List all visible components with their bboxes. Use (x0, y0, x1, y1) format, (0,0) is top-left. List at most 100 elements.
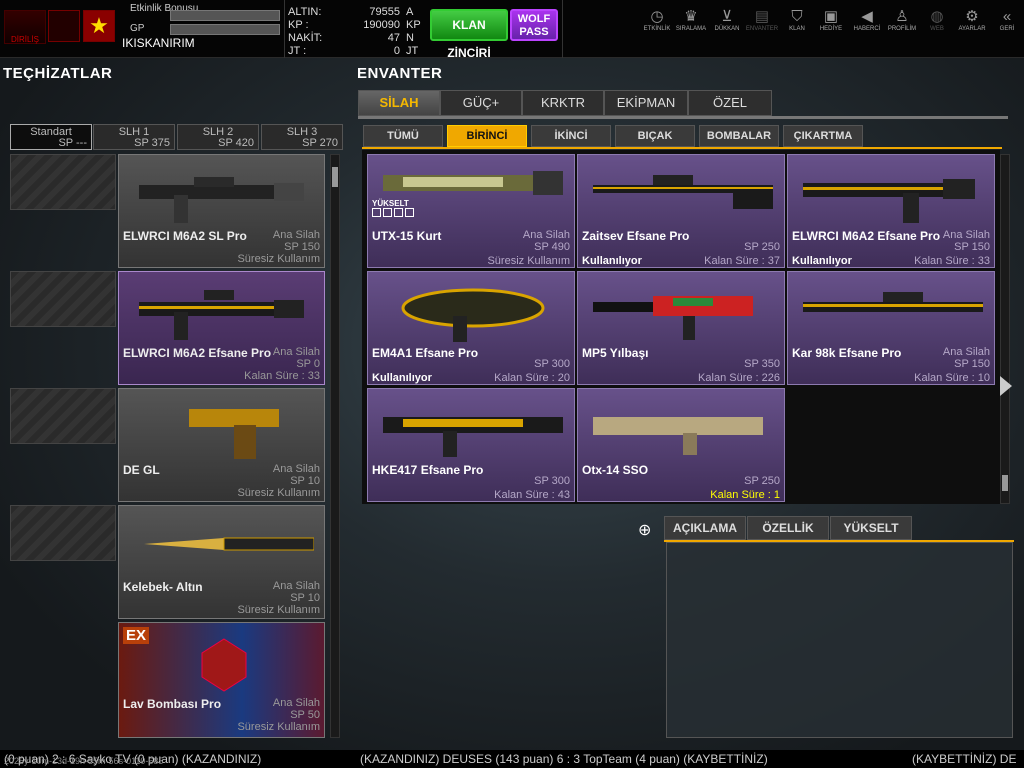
rifle-icon (139, 290, 304, 340)
tab-guc[interactable]: GÜÇ+ (440, 90, 522, 116)
equip-slot[interactable] (10, 154, 116, 210)
loadout-tab-slh1[interactable]: SLH 1 SP 375 (93, 124, 175, 150)
nav-klan[interactable]: ⛉ KLAN (778, 8, 816, 32)
game-screen: DİRİLİŞ ★ Etkinlik Bonusu GP IKISKANIRIM… (0, 0, 1024, 768)
inventory-item-card[interactable]: Zaitsev Efsane Pro SP 250 Kullanılıyor K… (577, 154, 785, 268)
inventory-item-card[interactable]: HKE417 Efsane Pro SP 300 Kalan Süre : 43 (367, 388, 575, 502)
scroll-thumb[interactable] (1002, 475, 1008, 491)
nav-profilim[interactable]: ♙ PROFİLİM (883, 8, 921, 32)
scroll-thumb[interactable] (332, 167, 338, 187)
equipment-scrollbar[interactable] (330, 154, 340, 738)
equipped-item-card[interactable]: DE GL Ana Silah SP 10 Süresiz Kullanım (118, 388, 325, 502)
top-bar: DİRİLİŞ ★ Etkinlik Bonusu GP IKISKANIRIM… (0, 0, 1024, 60)
knife-icon (144, 537, 314, 551)
etkinlik-bar (170, 10, 280, 21)
klan-chain-button[interactable]: KLAN ZİNCİRİ (430, 9, 508, 60)
inventory-title: ENVANTER (357, 65, 443, 82)
detail-tab-ozellik[interactable]: ÖZELLİK (747, 516, 829, 540)
detail-panel (666, 542, 1013, 738)
nickname: IKISKANIRIM (122, 36, 195, 50)
tab-krktr[interactable]: KRKTR (522, 90, 604, 116)
profile-icon: ♙ (895, 8, 909, 25)
subtab-cikartma[interactable]: ÇIKARTMA (783, 125, 863, 147)
upgrade-indicator: YÜKSELT (372, 199, 416, 219)
globe-icon: ◍ (930, 8, 944, 25)
sniper-icon (593, 175, 773, 209)
inventory-item-card[interactable]: MP5 Yılbaşı SP 350 Kalan Süre : 226 (577, 271, 785, 385)
detail-tab-yukselt[interactable]: YÜKSELT (830, 516, 912, 540)
equipped-item-card[interactable]: EX Lav Bombası Pro Ana Silah SP 50 Süres… (118, 622, 325, 738)
currency-unit: A (406, 6, 414, 18)
nav-geri[interactable]: «GERİ (988, 8, 1024, 32)
subtab-tumu[interactable]: TÜMÜ (363, 125, 443, 147)
inventory-icon: ▤ (754, 8, 770, 25)
currency-unit: KP (406, 19, 421, 31)
subtab-bicak[interactable]: BIÇAK (615, 125, 695, 147)
wolf-pass-button[interactable]: WOLF PASS (510, 9, 558, 41)
rank-icon: ♛ (684, 8, 698, 25)
tab-ozel[interactable]: ÖZEL (688, 90, 772, 116)
currency-label: JT : (288, 45, 307, 57)
rifle-icon (139, 177, 304, 223)
nav-ayarlar[interactable]: ⚙ AYARLAR (953, 8, 991, 32)
currency-unit: N (406, 32, 414, 44)
inventory-item-card[interactable]: YÜKSELT UTX-15 Kurt Ana Silah SP 490 Sür… (367, 154, 575, 268)
grenade-icon (201, 638, 247, 692)
clock-icon: ◷ (650, 8, 664, 25)
equip-slot[interactable] (10, 388, 116, 444)
upgrade-slot (372, 208, 381, 217)
currency-label: ALTIN: (288, 6, 322, 18)
subtab-ikinci[interactable]: İKİNCİ (531, 125, 611, 147)
nav-dukkan[interactable]: ⊻ DÜKKAN (708, 8, 746, 32)
divider (284, 0, 285, 58)
zoom-icon[interactable]: ⊕ (638, 520, 651, 540)
logo: DİRİLİŞ (4, 10, 46, 44)
inventory-item-card[interactable]: Otx-14 SSO SP 250 Kalan Süre : 1 (577, 388, 785, 502)
gp-label: GP (130, 23, 145, 34)
equip-slot[interactable] (10, 271, 116, 327)
inventory-scrollbar[interactable] (1000, 154, 1010, 504)
clan-emblem (48, 10, 80, 42)
rifle-icon (401, 288, 545, 342)
subtab-birinci[interactable]: BİRİNCİ (447, 125, 527, 147)
rifle-icon (803, 179, 975, 223)
equipped-item-card[interactable]: ELWRCI M6A2 Efsane Pro Ana Silah SP 0 Ka… (118, 271, 325, 385)
equip-slot[interactable] (10, 505, 116, 561)
next-page-arrow-icon[interactable] (1000, 376, 1012, 396)
nav-siralama[interactable]: ♛ SIRALAMA (672, 8, 710, 32)
detail-tab-aciklama[interactable]: AÇIKLAMA (664, 516, 746, 540)
inventory-item-card[interactable]: ELWRCI M6A2 Efsane Pro Ana Silah SP 150 … (787, 154, 995, 268)
rifle-icon (593, 417, 763, 455)
inventory-item-card[interactable]: EM4A1 Efsane Pro SP 300 Kullanılıyor Kal… (367, 271, 575, 385)
nav-haberci[interactable]: ◀ HABERCİ (848, 8, 886, 32)
nav-etkinlik[interactable]: ◷ ETKİNLİK (638, 8, 676, 32)
subtab-bombalar[interactable]: BOMBALAR (699, 125, 779, 147)
rifle-icon (803, 292, 983, 312)
currency-label: NAKİT: (288, 32, 323, 44)
upgrade-slot (394, 208, 403, 217)
currency-label: KP : (288, 19, 309, 31)
upgrade-slot (405, 208, 414, 217)
loadout-tab-slh2[interactable]: SLH 2 SP 420 (177, 124, 259, 150)
nav-hediye[interactable]: ▣ HEDİYE (812, 8, 850, 32)
tab-silah[interactable]: SİLAH (358, 90, 440, 116)
currency-value: 47 (387, 32, 400, 44)
divider (562, 0, 563, 58)
currency-value: 190090 (363, 19, 400, 31)
megaphone-icon: ◀ (861, 8, 873, 25)
nav-envanter[interactable]: ▤ ENVANTER (743, 8, 781, 32)
tab-ekipman[interactable]: EKİPMAN (604, 90, 688, 116)
inventory-item-card[interactable]: Kar 98k Efsane Pro Ana Silah SP 150 Kala… (787, 271, 995, 385)
rank-star-icon: ★ (83, 10, 115, 42)
gear-icon: ⚙ (965, 8, 979, 25)
subtab-underline (362, 147, 1002, 149)
timestamp: 2025y-10m-13d-19h-55m-56s-0110-685 (4, 756, 164, 766)
smg-icon (593, 296, 753, 340)
equipped-item-card[interactable]: Kelebek- Altın Ana Silah SP 10 Süresiz K… (118, 505, 325, 619)
nav-web[interactable]: ◍ WEB (918, 8, 956, 32)
back-icon: « (1002, 8, 1012, 25)
equipped-item-card[interactable]: ELWRCI M6A2 SL Pro Ana Silah SP 150 Süre… (118, 154, 325, 268)
pistol-icon (189, 409, 279, 459)
loadout-tab-slh3[interactable]: SLH 3 SP 270 (261, 124, 343, 150)
loadout-tab-standart[interactable]: Standart SP --- (10, 124, 92, 150)
